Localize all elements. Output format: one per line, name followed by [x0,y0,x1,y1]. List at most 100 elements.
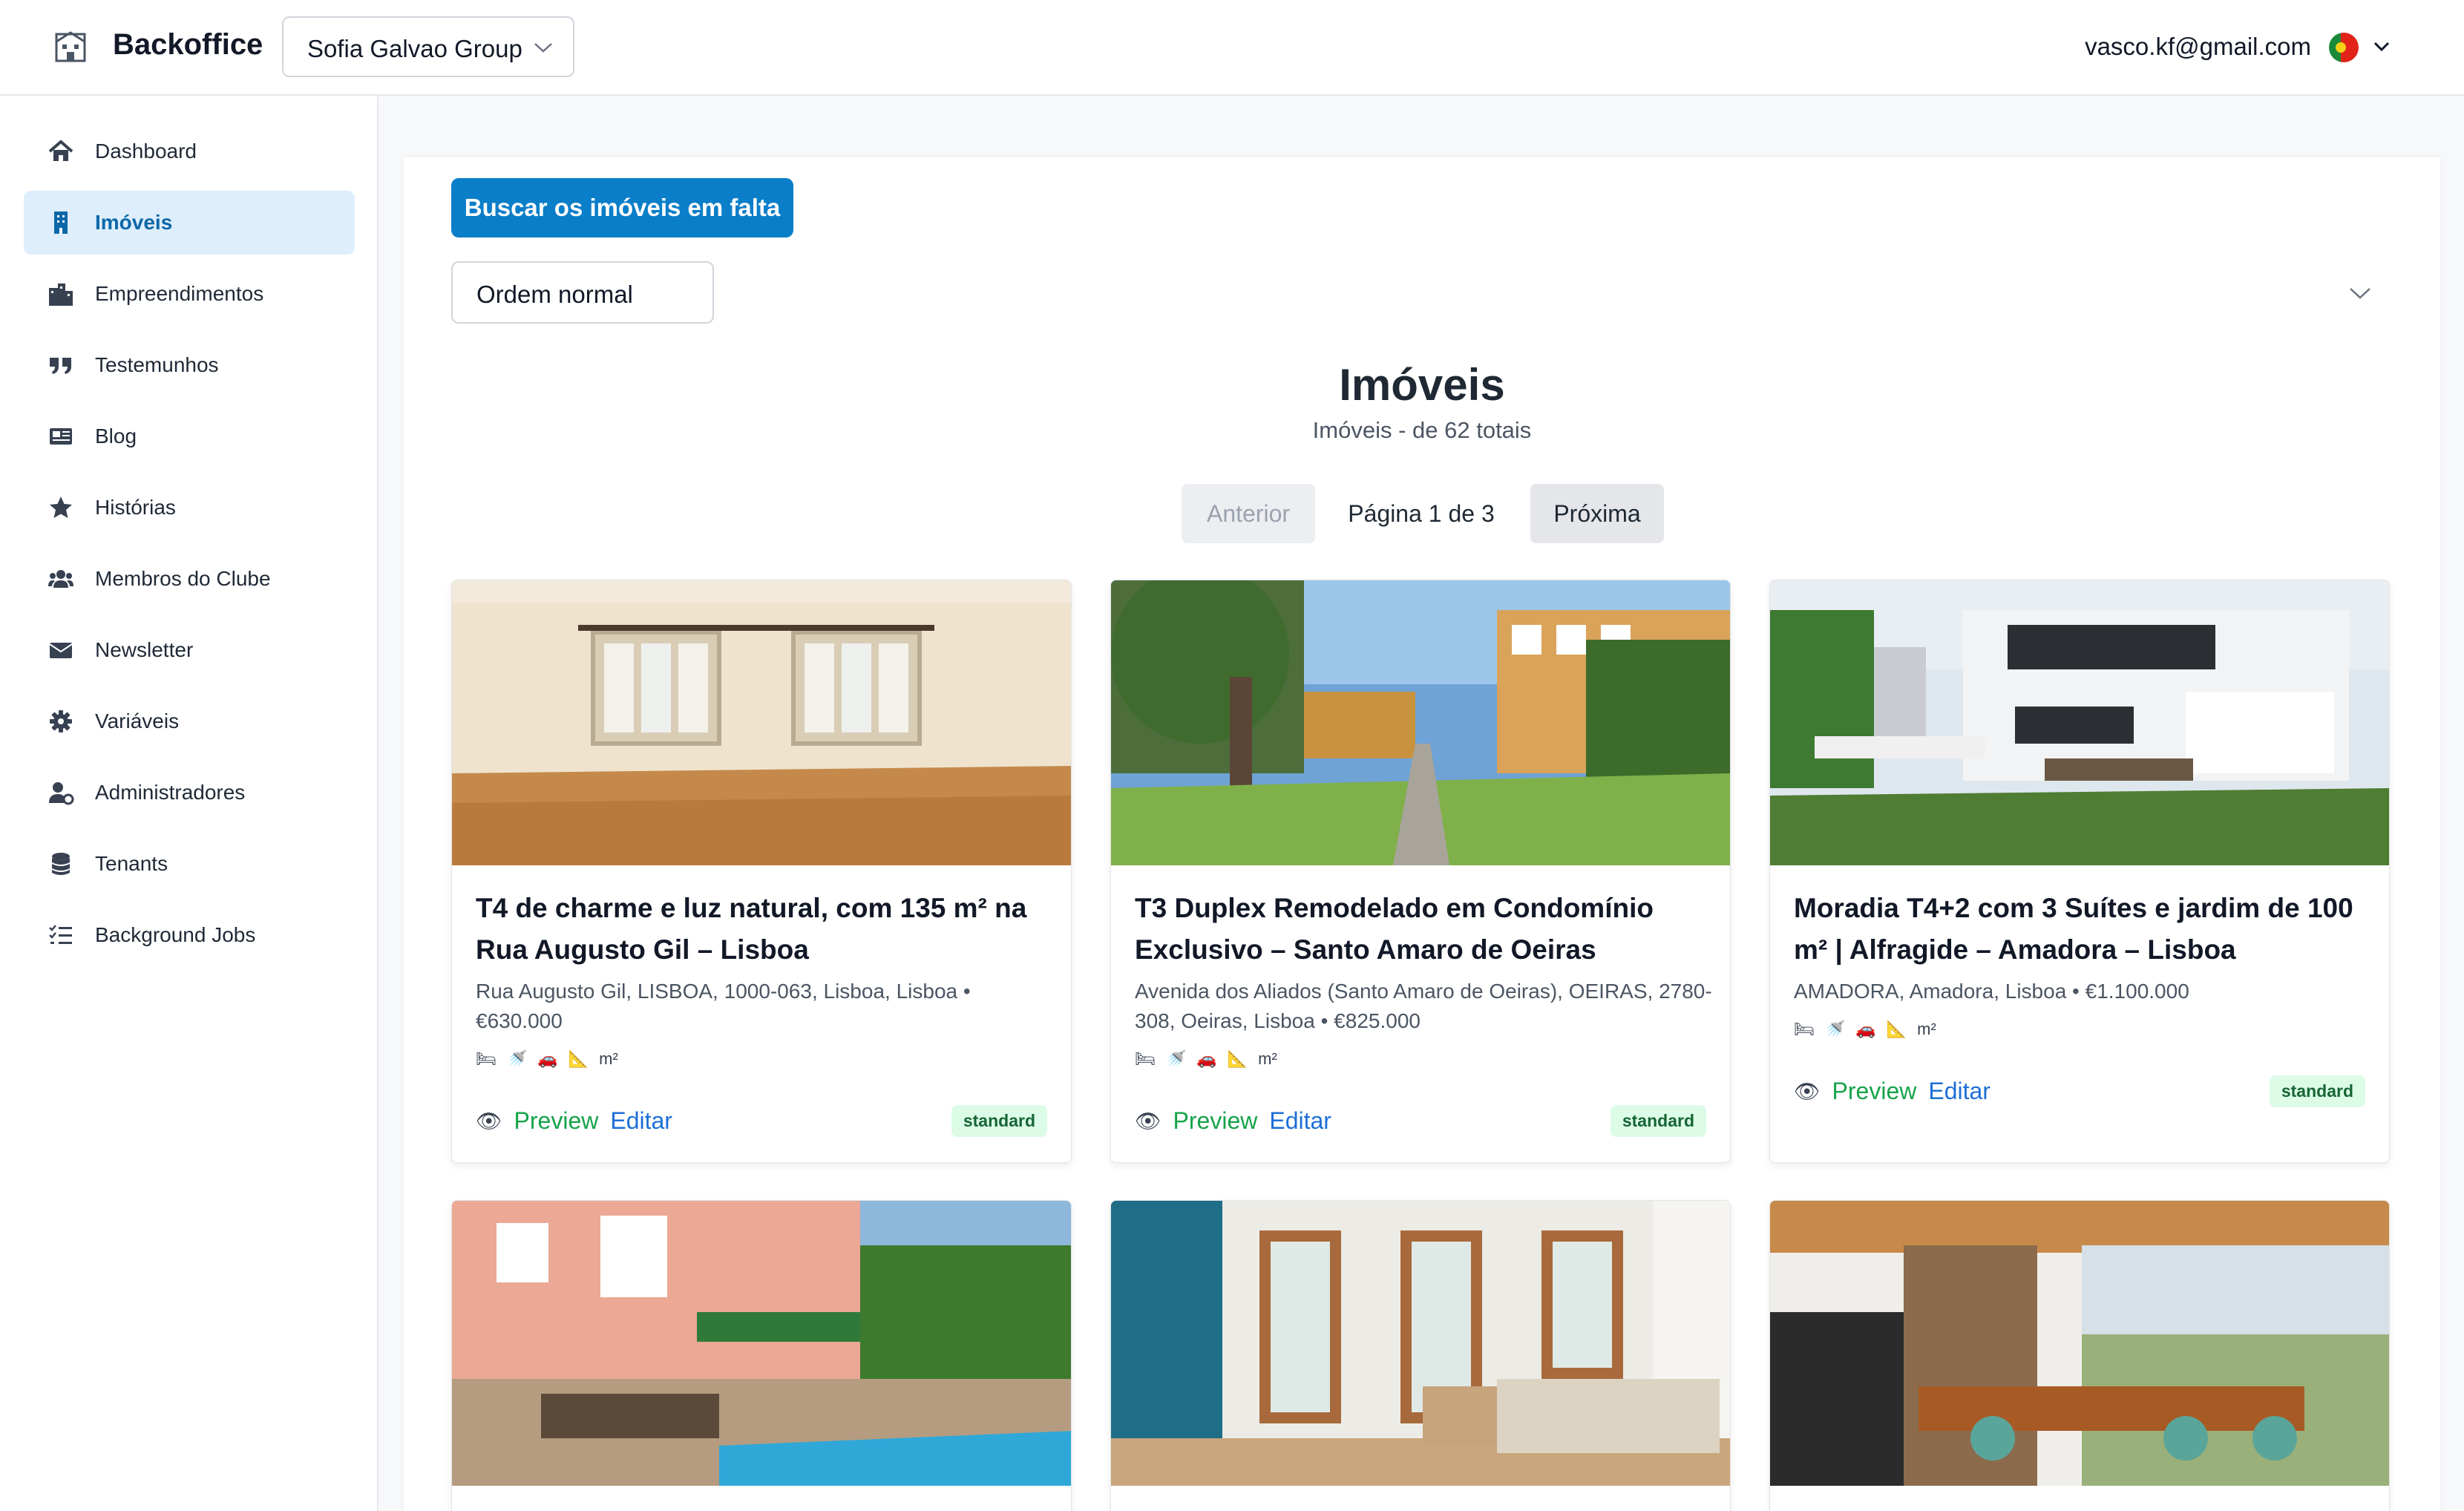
sidebar-item-label: Tenants [95,852,168,875]
sidebar-item-membros[interactable]: Membros do Clube [24,547,355,611]
database-icon [52,853,70,875]
portugal-flag-icon[interactable] [2329,33,2359,62]
property-features: 🛏 🚿 🚗 📐 m² [1794,1020,1936,1039]
sidebar-item-background-jobs[interactable]: Background Jobs [24,903,355,967]
gear-icon [50,710,72,732]
sidebar-item-newsletter[interactable]: Newsletter [24,618,355,682]
eye-icon: 👁 [1135,1110,1161,1133]
status-badge: standard [1610,1105,1706,1137]
sidebar-item-label: Histórias [95,496,176,519]
user-gear-icon [49,782,74,805]
sidebar-item-imoveis[interactable]: Imóveis [24,191,355,255]
sidebar-item-label: Background Jobs [95,923,256,946]
car-icon: 🚗 [1855,1020,1876,1038]
edit-link[interactable]: Editar [1269,1107,1331,1135]
edit-link[interactable]: Editar [610,1107,672,1135]
preview-link[interactable]: Preview [514,1107,599,1135]
property-features: 🛏 🚿 🚗 📐 m² [1135,1049,1277,1069]
quote-icon [50,358,71,374]
card-actions: 👁 Preview Editar [1135,1107,1331,1135]
order-select-value: Ordem normal [476,281,633,308]
status-badge: standard [2269,1075,2365,1107]
eye-icon: 👁 [1794,1080,1821,1103]
property-card [1110,1200,1731,1511]
property-address: AMADORA, Amadora, Lisboa • €1.100.000 [1794,980,2189,1003]
property-title: T3 Duplex Remodelado em Condomínio Exclu… [1135,893,1654,965]
card-actions: 👁 Preview Editar [476,1107,672,1135]
page-subtitle: Imóveis - de 62 totais [1312,417,1532,443]
sidebar-item-administradores[interactable]: Administradores [24,761,355,825]
car-icon: 🚗 [1196,1049,1217,1068]
edit-link[interactable]: Editar [1928,1078,1990,1105]
property-card: T3 Duplex Remodelado em Condomínio Exclu… [1110,580,1731,1163]
sidebar-item-historias[interactable]: Histórias [24,476,355,540]
logo-icon [55,31,86,62]
brand-title: Backoffice [113,28,263,61]
property-address: Avenida dos Aliados (Santo Amaro de Oeir… [1135,980,1712,1032]
property-card: T4 de charme e luz natural, com 135 m² n… [451,580,1072,1163]
area-icon: 📐 [568,1049,589,1068]
sidebar-item-label: Blog [95,425,137,448]
property-photo[interactable] [452,1201,1072,1486]
property-features: 🛏 🚿 🚗 📐 m² [476,1049,618,1069]
property-card: Moradia T4+2 com 3 Suítes e jardim de 10… [1769,580,2390,1163]
user-menu-chevron-icon[interactable] [2372,37,2391,56]
building-icon [54,212,68,234]
pagination-next-button[interactable]: Próxima [1530,484,1664,543]
property-photo[interactable] [1111,580,1731,865]
users-icon [48,570,73,588]
fetch-missing-properties-button[interactable]: Buscar os imóveis em falta [451,178,793,237]
list-check-icon [49,925,72,944]
bed-icon: 🛏 [1794,1020,1815,1038]
sidebar-item-variaveis[interactable]: Variáveis [24,689,355,753]
star-icon [50,496,72,518]
property-photo[interactable] [1770,1201,2390,1486]
city-icon [49,283,73,306]
preview-link[interactable]: Preview [1173,1107,1258,1135]
property-photo[interactable] [452,580,1072,865]
sidebar-item-empreendimentos[interactable]: Empreendimentos [24,262,355,326]
tenant-select[interactable]: Sofia Galvao Group [282,16,574,77]
area-icon: 📐 [1227,1049,1248,1068]
newspaper-icon [50,428,72,445]
property-photo[interactable] [1770,580,2390,865]
chevron-down-icon [534,43,552,53]
bath-icon: 🚿 [506,1049,528,1068]
property-photo[interactable] [1111,1201,1731,1486]
top-header: Backoffice Sofia Galvao Group vasco.kf@g… [0,0,2464,96]
property-card [451,1200,1072,1511]
order-select[interactable]: Ordem normal [451,261,714,324]
property-card [1769,1200,2390,1511]
home-icon [48,140,73,161]
sidebar-item-label: Variáveis [95,709,180,732]
preview-link[interactable]: Preview [1832,1078,1917,1105]
user-email[interactable]: vasco.kf@gmail.com [2085,33,2311,61]
eye-icon: 👁 [476,1110,502,1133]
sidebar-item-label: Dashboard [95,140,197,163]
car-icon: 🚗 [537,1049,558,1068]
sidebar-item-blog[interactable]: Blog [24,404,355,468]
bed-icon: 🛏 [476,1049,497,1068]
card-actions: 👁 Preview Editar [1794,1078,1990,1105]
envelope-icon [49,643,73,658]
area-unit: m² [599,1049,618,1068]
sidebar-item-dashboard[interactable]: Dashboard [24,119,355,183]
pagination-prev-button[interactable]: Anterior [1182,484,1315,543]
tenant-select-value: Sofia Galvao Group [307,35,522,62]
status-badge: standard [951,1105,1047,1137]
bed-icon: 🛏 [1135,1049,1156,1068]
sidebar-item-label: Imóveis [95,211,173,234]
page-title: Imóveis [1339,360,1505,410]
area-icon: 📐 [1886,1020,1907,1038]
property-address: Rua Augusto Gil, LISBOA, 1000-063, Lisbo… [476,980,971,1032]
pagination-info: Página 1 de 3 [1348,500,1495,527]
property-title: T4 de charme e luz natural, com 135 m² n… [476,893,1027,965]
sidebar-item-tenants[interactable]: Tenants [24,832,355,896]
sidebar-item-label: Empreendimentos [95,282,264,305]
sidebar-item-testemunhos[interactable]: Testemunhos [24,333,355,397]
bath-icon: 🚿 [1824,1020,1846,1038]
sidebar-item-label: Newsletter [95,638,194,661]
chevron-down-icon[interactable] [2348,285,2372,301]
area-unit: m² [1258,1049,1277,1068]
property-title: Moradia T4+2 com 3 Suítes e jardim de 10… [1794,893,2353,965]
